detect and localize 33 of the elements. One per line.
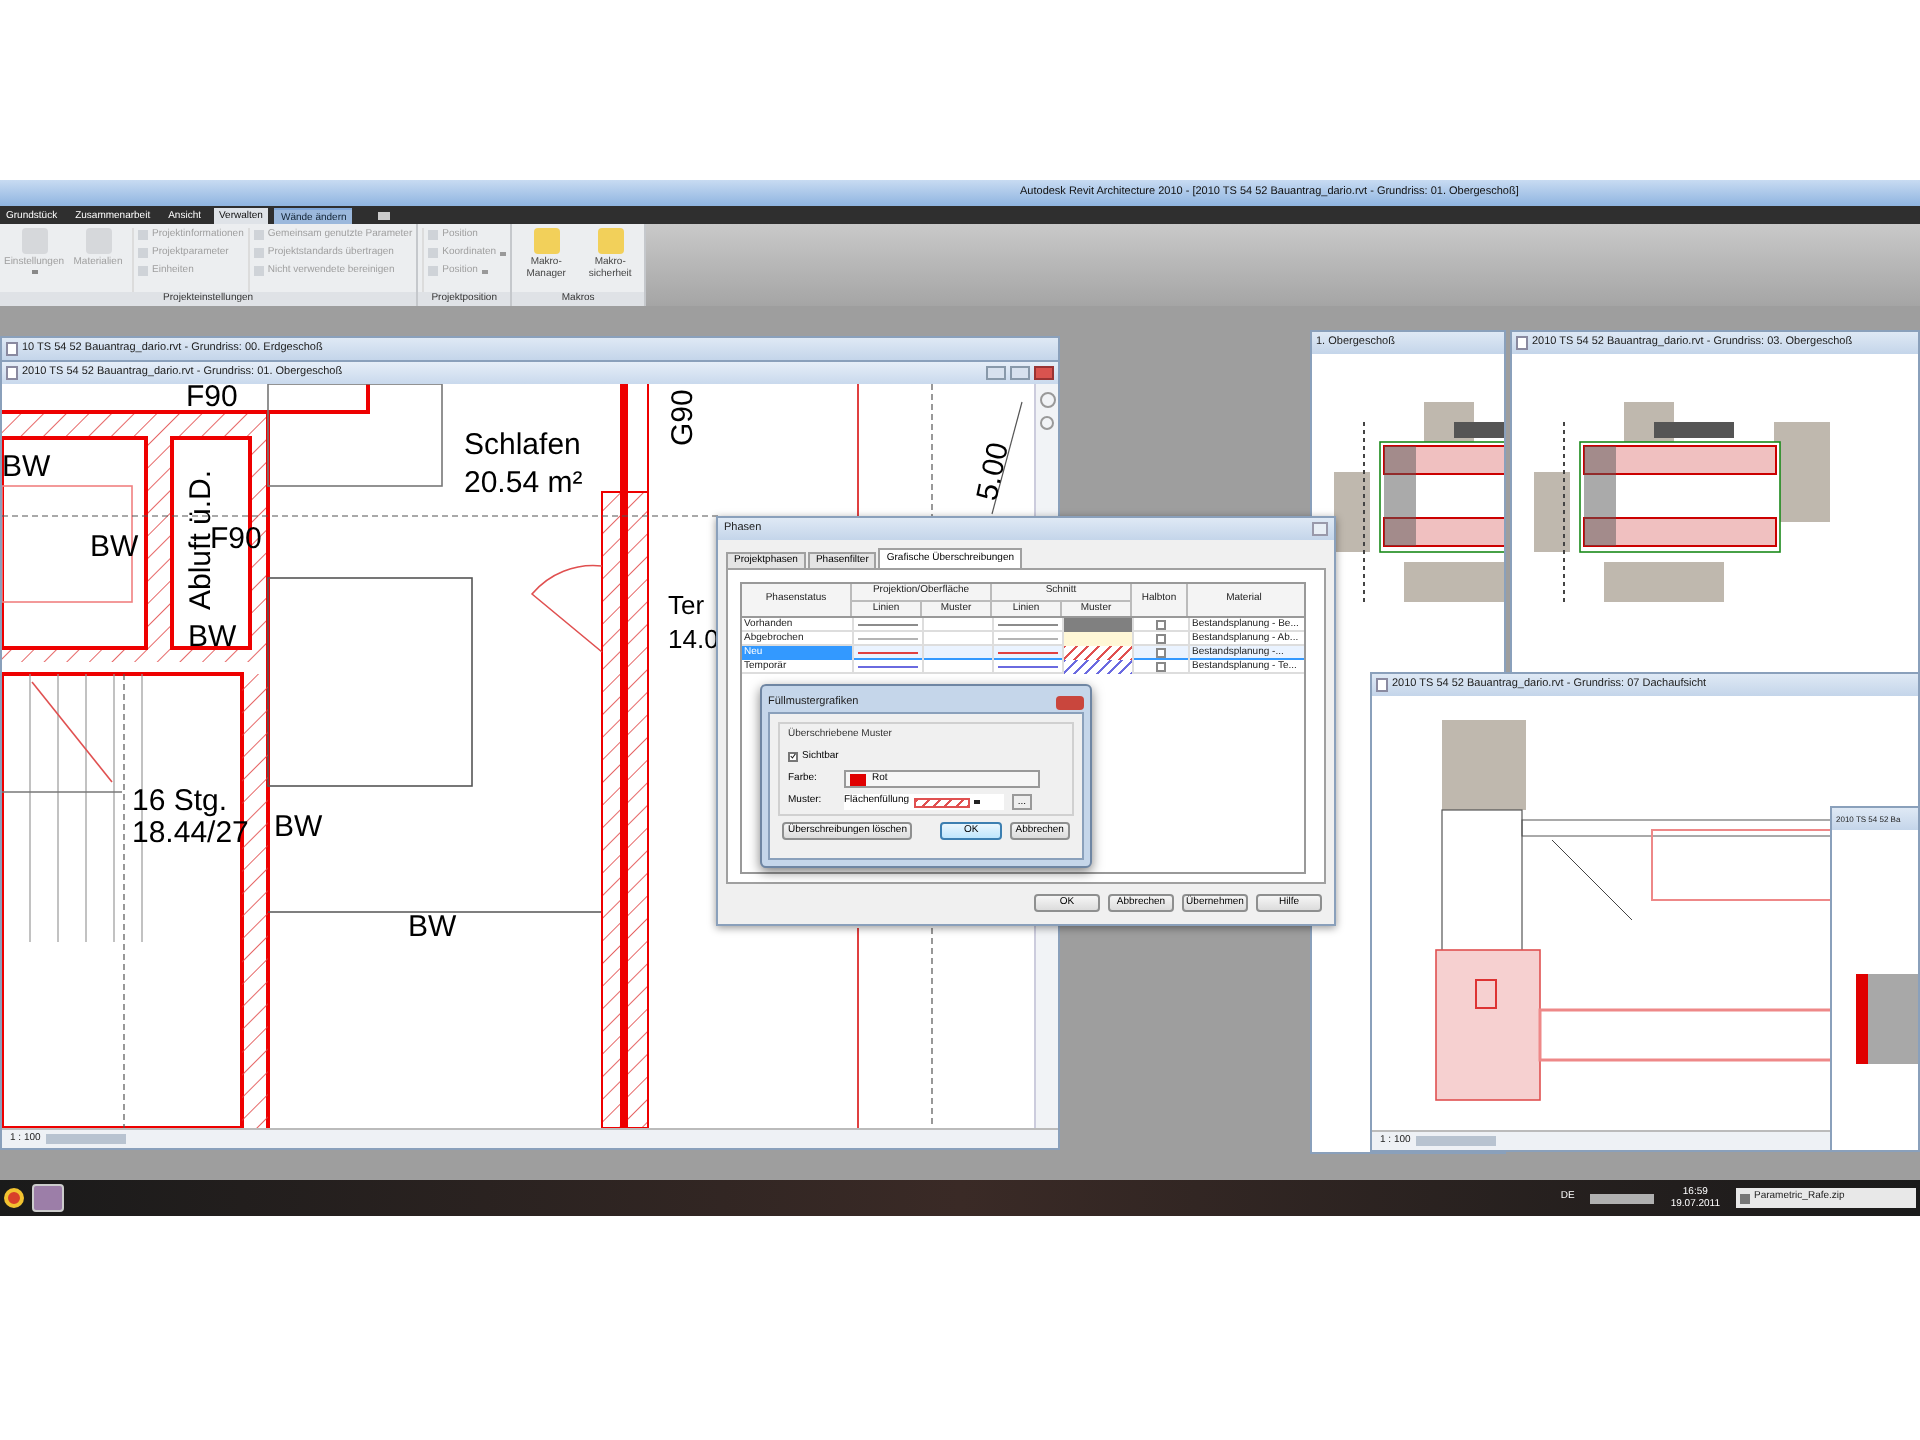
- checkbox[interactable]: [1156, 648, 1166, 658]
- plan-label: BW: [188, 620, 237, 654]
- close-icon: [1034, 366, 1054, 380]
- checkbox[interactable]: [1156, 662, 1166, 672]
- hatch-pattern-icon: [913, 797, 970, 807]
- plan-label: F90: [186, 384, 238, 414]
- plan-label: Schlafen: [464, 428, 581, 462]
- maximize-icon: [1010, 366, 1030, 380]
- checkbox[interactable]: [1156, 620, 1166, 630]
- plan-label: Ter: [668, 590, 705, 620]
- plan-label: BW: [2, 450, 51, 484]
- plan-label: BW: [408, 910, 457, 944]
- checkbox[interactable]: [788, 751, 798, 762]
- plan-label: 20.54 m²: [464, 466, 583, 500]
- plan-label: 16 Stg.: [132, 784, 228, 818]
- grid-line: [931, 384, 933, 517]
- close-icon: [1312, 522, 1328, 536]
- document-icon: [1376, 678, 1388, 692]
- tool-icon: [533, 228, 560, 254]
- revit-app-icon: [32, 1184, 64, 1212]
- minimize-icon: [986, 366, 1006, 380]
- building-section-drawing: [1856, 974, 1918, 1064]
- plan-label: BW: [90, 530, 139, 564]
- browser-icon: [4, 1188, 24, 1208]
- plan-label: BW: [274, 810, 323, 844]
- wall-line: [857, 384, 859, 517]
- plan-label: G90: [666, 389, 700, 446]
- tool-icon: [597, 228, 624, 254]
- plan-label: 5.00: [970, 439, 1016, 504]
- check-icon: [790, 752, 796, 761]
- checkbox[interactable]: [1156, 634, 1166, 644]
- close-icon: [1056, 695, 1084, 709]
- document-icon: [1516, 336, 1528, 350]
